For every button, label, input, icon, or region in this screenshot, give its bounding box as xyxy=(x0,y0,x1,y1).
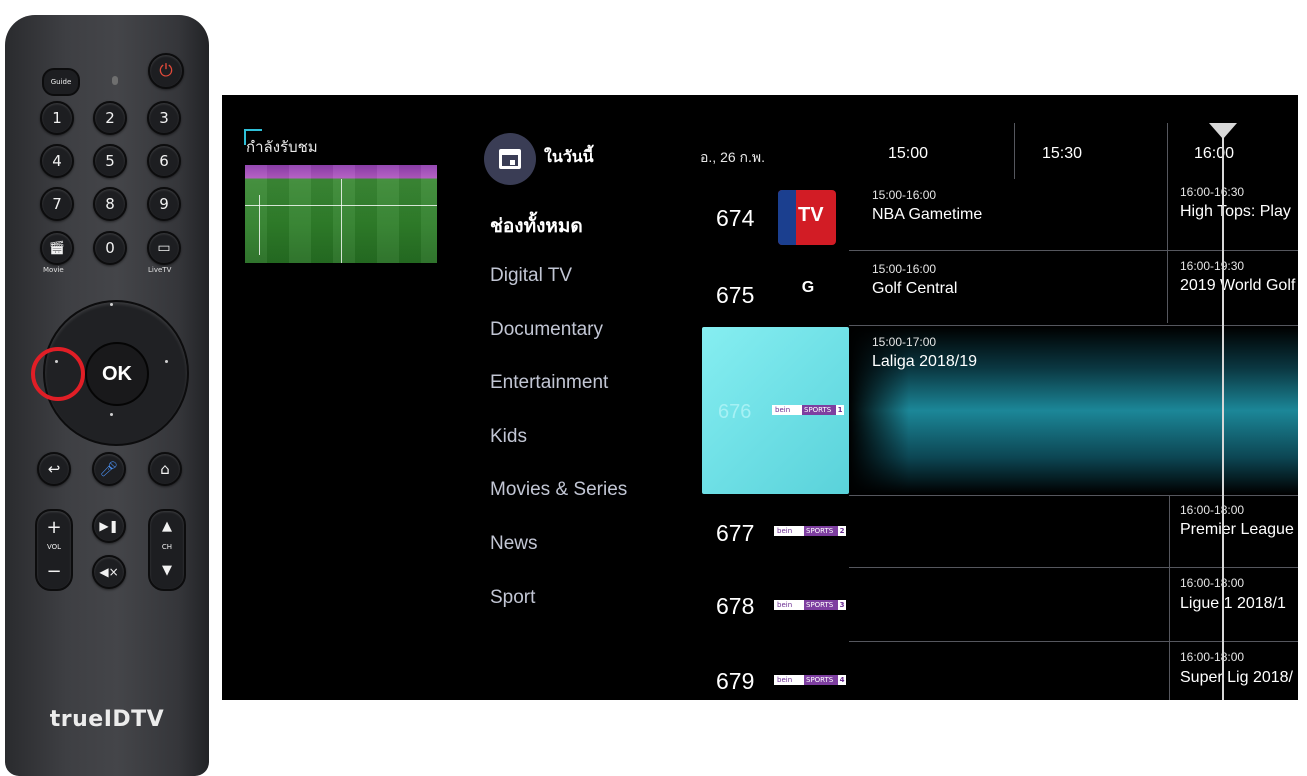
vol-label: VOL xyxy=(46,543,62,551)
volume-rocker[interactable]: + VOL − xyxy=(35,509,73,591)
highlight-circle xyxy=(31,347,85,401)
category-all[interactable]: ช่องทั้งหมด xyxy=(490,211,583,241)
back-button[interactable]: ↩ xyxy=(37,452,71,486)
digit-0-button[interactable]: 0 xyxy=(93,231,127,265)
guide-button[interactable]: Guide xyxy=(42,68,80,96)
dpad-up[interactable] xyxy=(110,303,113,306)
time-slot-1600: 16:00 xyxy=(1194,145,1235,162)
digit-7-button[interactable]: 7 xyxy=(40,187,74,221)
channel-number[interactable]: 679 xyxy=(716,668,754,695)
digit-4-button[interactable]: 4 xyxy=(40,144,74,178)
category-digital-tv[interactable]: Digital TV xyxy=(490,265,572,287)
time-divider xyxy=(1014,123,1015,179)
livetv-button[interactable]: ▭ xyxy=(147,231,181,265)
category-entertainment[interactable]: Entertainment xyxy=(490,372,608,394)
movie-button[interactable]: 🎬︎ xyxy=(40,231,74,265)
guide-date: อ., 26 ก.พ. xyxy=(700,149,766,165)
program-time: 16:00-16:30 xyxy=(1180,185,1245,199)
voice-button[interactable]: 🎤︎ xyxy=(92,452,126,486)
channel-number[interactable]: 678 xyxy=(716,593,754,620)
digit-5-button[interactable]: 5 xyxy=(93,144,127,178)
bein-sports-2-logo: bein SPORTS 2 xyxy=(774,526,846,536)
program-time: 16:00-18:00 xyxy=(1180,650,1245,664)
golf-channel-logo: G xyxy=(801,279,815,296)
category-news[interactable]: News xyxy=(490,533,538,555)
time-slot-1530: 15:30 xyxy=(1042,145,1083,162)
program-title[interactable]: High Tops: Play xyxy=(1180,203,1291,221)
category-kids[interactable]: Kids xyxy=(490,426,527,448)
digit-2-button[interactable]: 2 xyxy=(93,101,127,135)
current-time-line xyxy=(1222,125,1224,700)
channel-number[interactable]: 675 xyxy=(716,282,754,309)
channel-down-icon[interactable]: ▼ xyxy=(150,563,184,578)
current-time-marker-icon xyxy=(1209,123,1237,139)
row-divider xyxy=(849,567,1298,568)
category-movies-series[interactable]: Movies & Series xyxy=(490,479,627,501)
digit-3-button[interactable]: 3 xyxy=(147,101,181,135)
program-title[interactable]: Super Lig 2018/ xyxy=(1180,669,1293,687)
program-time: 16:00-18:00 xyxy=(1180,503,1245,517)
channel-number[interactable]: 674 xyxy=(716,205,754,232)
program-time: 16:00-18:00 xyxy=(1180,576,1245,590)
volume-down-icon[interactable]: − xyxy=(37,561,71,582)
calendar-icon xyxy=(499,149,521,169)
row-divider xyxy=(849,641,1298,642)
program-title[interactable]: Golf Central xyxy=(872,280,957,298)
channel-number[interactable]: 677 xyxy=(716,520,754,547)
digit-6-button[interactable]: 6 xyxy=(147,144,181,178)
home-button[interactable]: ⌂ xyxy=(148,452,182,486)
channel-number: 676 xyxy=(718,401,752,423)
ch-label: CH xyxy=(161,543,173,551)
selected-channel-card[interactable]: 676 bein SPORTS 1 xyxy=(702,327,849,494)
nba-tv-logo: TV xyxy=(778,190,836,245)
category-sport[interactable]: Sport xyxy=(490,587,535,609)
digit-8-button[interactable]: 8 xyxy=(93,187,127,221)
brand-logo: trueIDTV xyxy=(49,707,165,732)
program-title[interactable]: Ligue 1 2018/1 xyxy=(1180,595,1286,613)
bein-sports-3-logo: bein SPORTS 3 xyxy=(774,600,846,610)
livetv-label: LiveTV xyxy=(148,266,172,274)
row-divider xyxy=(849,325,1298,326)
live-preview-thumbnail[interactable] xyxy=(245,165,437,263)
program-time: 16:00-19:30 xyxy=(1180,259,1245,273)
channel-up-icon[interactable]: ▲ xyxy=(150,519,184,534)
dpad-down[interactable] xyxy=(110,413,113,416)
tv-guide-screen: กำลังรับชม ในวันนี้ ช่องทั้งหมด Digital … xyxy=(222,95,1298,700)
now-watching-label: กำลังรับชม xyxy=(246,139,318,156)
mute-button[interactable]: ◀× xyxy=(92,555,126,589)
tv-icon: ▭ xyxy=(157,240,171,256)
digit-1-button[interactable]: 1 xyxy=(40,101,74,135)
program-time: 15:00-16:00 xyxy=(872,188,937,202)
remote-control: Guide ⏻ 1 2 3 4 5 6 7 8 9 🎬︎ Movie 0 ▭ L… xyxy=(5,15,209,776)
row-divider xyxy=(849,250,1298,251)
program-title[interactable]: Premier League xyxy=(1180,521,1294,539)
program-time: 15:00-17:00 xyxy=(872,335,937,349)
bein-sports-4-logo: bein SPORTS 4 xyxy=(774,675,846,685)
row-divider xyxy=(849,495,1298,496)
program-time: 15:00-16:00 xyxy=(872,262,937,276)
time-divider xyxy=(1169,495,1170,700)
movie-icon: 🎬︎ xyxy=(48,240,66,256)
program-title[interactable]: Laliga 2018/19 xyxy=(872,353,977,371)
calendar-button[interactable] xyxy=(484,133,536,185)
channel-rocker[interactable]: ▲ CH ▼ xyxy=(148,509,186,591)
program-title[interactable]: 2019 World Golf xyxy=(1180,277,1295,295)
today-label[interactable]: ในวันนี้ xyxy=(544,145,594,170)
status-led xyxy=(112,76,118,85)
volume-up-icon[interactable]: + xyxy=(37,517,71,538)
program-title[interactable]: NBA Gametime xyxy=(872,206,982,224)
microphone-icon: 🎤︎ xyxy=(99,460,119,478)
power-button[interactable]: ⏻ xyxy=(148,53,184,89)
movie-label: Movie xyxy=(43,266,64,274)
time-slot-1500: 15:00 xyxy=(888,145,929,162)
digit-9-button[interactable]: 9 xyxy=(147,187,181,221)
bein-sports-1-logo: bein SPORTS 1 xyxy=(772,405,844,415)
category-documentary[interactable]: Documentary xyxy=(490,319,603,341)
dpad-right[interactable] xyxy=(165,360,168,363)
play-pause-button[interactable]: ▶❚ xyxy=(92,509,126,543)
ok-button[interactable]: OK xyxy=(85,342,149,406)
time-divider xyxy=(1167,123,1168,323)
